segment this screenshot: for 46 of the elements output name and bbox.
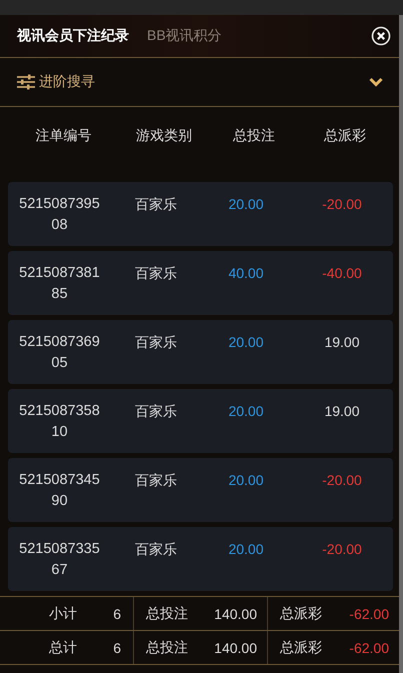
stake-amount: 20.00 — [227, 333, 265, 352]
tab[interactable]: BB视讯积分 — [147, 27, 222, 45]
stake-amount: 40.00 — [227, 264, 265, 283]
stake-label: 总投注 — [146, 604, 188, 622]
close-icon[interactable] — [371, 26, 391, 46]
stake-label: 总投注 — [146, 638, 188, 656]
column-header: 总投注 — [232, 127, 276, 145]
chevron-icon[interactable] — [369, 77, 383, 87]
stake-total: 140.00 — [214, 640, 257, 656]
payout-label: 总派彩 — [280, 638, 322, 656]
bet-id: 521508739508 — [18, 195, 100, 235]
bet-id: 521508738185 — [18, 264, 100, 304]
game-type: 百家乐 — [134, 402, 178, 421]
bet-id: 521508736905 — [18, 333, 100, 373]
count-value: 6 — [113, 606, 121, 622]
payout-amount: 19.00 — [323, 402, 361, 421]
column-header: 注单编号 — [34, 127, 92, 145]
stake-amount: 20.00 — [227, 540, 265, 559]
stake-amount: 20.00 — [227, 195, 265, 214]
payout-amount: -40.00 — [321, 264, 363, 283]
payout-amount: -20.00 — [321, 195, 363, 214]
column-header: 总派彩 — [323, 127, 367, 145]
game-type: 百家乐 — [134, 333, 178, 352]
column-header: 游戏类别 — [135, 127, 193, 145]
total-label: 小计 — [49, 604, 78, 622]
payout-amount: 19.00 — [323, 333, 361, 352]
count-value: 6 — [113, 640, 121, 656]
game-type: 百家乐 — [134, 540, 178, 559]
sliders-icon — [17, 74, 35, 90]
advanced-search-label[interactable]: 进阶搜寻 — [39, 73, 95, 91]
payout-amount: -20.00 — [321, 540, 363, 559]
payout-total: -62.00 — [349, 606, 389, 622]
bet-id: 521508735810 — [18, 402, 100, 442]
stake-amount: 20.00 — [227, 402, 265, 421]
bet-id: 521508733567 — [18, 540, 100, 580]
game-type: 百家乐 — [134, 195, 178, 214]
bet-id: 521508734590 — [18, 471, 100, 511]
payout-label: 总派彩 — [280, 604, 322, 622]
game-type: 百家乐 — [134, 264, 178, 283]
payout-amount: -20.00 — [321, 471, 363, 490]
stake-amount: 20.00 — [227, 471, 265, 490]
game-type: 百家乐 — [134, 471, 178, 490]
payout-total: -62.00 — [349, 640, 389, 656]
total-label: 总计 — [49, 638, 78, 656]
tab[interactable]: 视讯会员下注纪录 — [17, 27, 129, 45]
stake-total: 140.00 — [214, 606, 257, 622]
